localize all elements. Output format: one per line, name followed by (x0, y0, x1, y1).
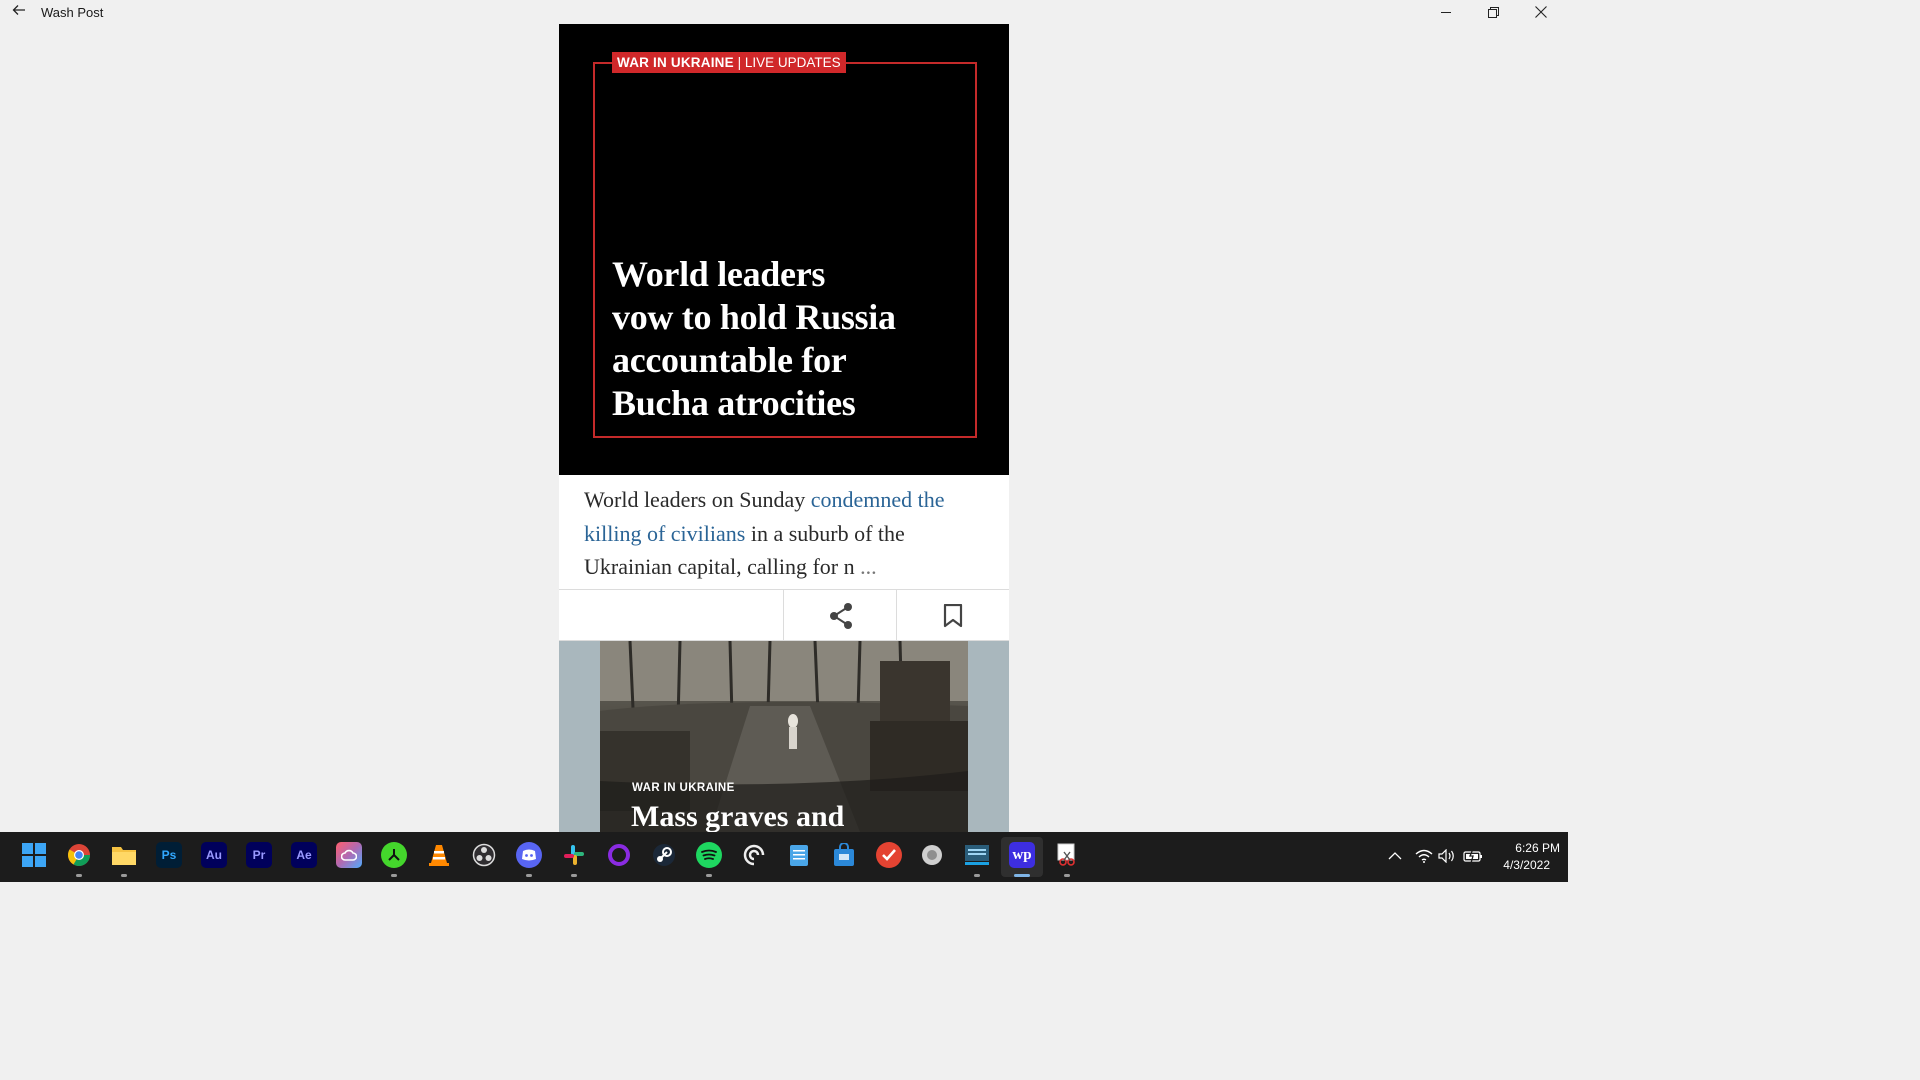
chevron-up-icon (1388, 852, 1402, 860)
share-icon (830, 602, 852, 629)
kicker-section: WAR IN UKRAINE (617, 55, 734, 70)
edge-icon[interactable] (741, 842, 767, 868)
chrome-button[interactable] (66, 842, 92, 868)
razer-icon[interactable] (381, 842, 407, 868)
battery-charging-icon (1463, 849, 1482, 863)
creative-cloud-icon[interactable] (336, 842, 362, 868)
headline-line: Bucha atrocities (612, 383, 856, 423)
share-button[interactable] (785, 590, 897, 641)
arrow-left-icon (12, 5, 25, 15)
scissors-icon (1057, 843, 1075, 866)
clock-date[interactable]: 4/3/2022 (1490, 858, 1550, 872)
live-updates-label: WAR IN UKRAINE | LIVE UPDATES (612, 52, 846, 73)
story-photo: WAR IN UKRAINE Mass graves and (600, 641, 968, 832)
spotify-waves-icon (701, 849, 717, 860)
headline-line: World leaders (612, 254, 826, 294)
snipping-tool-icon[interactable] (1054, 842, 1080, 868)
network-button[interactable] (1414, 846, 1434, 866)
slack-icon[interactable] (561, 842, 587, 868)
cortana-icon[interactable] (606, 842, 632, 868)
steam-logo-icon (653, 844, 675, 866)
window-title: Wash Post (41, 5, 104, 20)
start-icon (22, 843, 46, 867)
volume-button[interactable] (1437, 846, 1457, 866)
sphere-icon (922, 845, 942, 865)
running-indicator (526, 874, 532, 877)
spotify-icon[interactable] (696, 842, 722, 868)
next-story-card[interactable]: WAR IN UKRAINE Mass graves and (559, 641, 1009, 832)
chrome-icon (68, 844, 90, 866)
after-effects-icon[interactable]: Ae (291, 842, 317, 868)
summary-text-start: World leaders on Sunday (584, 487, 811, 512)
monitor-app-icon (965, 845, 989, 865)
kicker-separator: | (737, 55, 742, 70)
back-button[interactable] (10, 3, 28, 21)
running-indicator (121, 874, 127, 877)
running-indicator (571, 874, 577, 877)
obs-icon[interactable] (471, 842, 497, 868)
divider (783, 590, 784, 641)
discord-logo-icon (522, 849, 536, 861)
running-indicator (706, 874, 712, 877)
ring-icon (608, 844, 630, 866)
title-bar: Wash Post (0, 0, 1568, 24)
speaker-icon (1438, 849, 1454, 863)
minimize-button[interactable] (1423, 0, 1469, 24)
file-explorer-icon (112, 847, 136, 865)
running-indicator (76, 874, 82, 877)
minimize-icon (1441, 12, 1451, 13)
vlc-cone-icon (429, 845, 449, 866)
clock-time[interactable]: 6:26 PM (1490, 841, 1560, 855)
start-button[interactable] (21, 842, 47, 868)
discord-icon[interactable] (516, 842, 542, 868)
photoshop-icon[interactable]: Ps (156, 842, 182, 868)
restore-button[interactable] (1470, 0, 1516, 24)
checkmark-icon (882, 849, 896, 861)
wifi-icon (1415, 849, 1433, 863)
vlc-icon[interactable] (426, 842, 452, 868)
lead-headline[interactable]: World leaders vow to hold Russia account… (612, 253, 952, 425)
taskbar: Ps Au Pr Ae wp 6:26 PM 4/3/2022 (0, 832, 1568, 882)
battery-button[interactable] (1462, 846, 1484, 866)
browser-swirl-icon (743, 844, 765, 866)
close-icon (1535, 6, 1547, 18)
headline-line: vow to hold Russia (612, 297, 896, 337)
headline-line: accountable for (612, 340, 847, 380)
next-story-headline[interactable]: Mass graves and (631, 799, 844, 832)
running-indicator (974, 874, 980, 877)
obs-studio-icon (472, 843, 496, 867)
summary-text: World leaders on Sunday condemned the ki… (584, 483, 964, 584)
premiere-icon[interactable]: Pr (246, 842, 272, 868)
notepad-icon[interactable] (786, 842, 812, 868)
file-explorer-button[interactable] (111, 842, 137, 868)
next-story-kicker: WAR IN UKRAINE (632, 782, 735, 794)
bag-icon (834, 843, 854, 866)
notepad-document-icon (790, 845, 808, 866)
kicker-label: LIVE UPDATES (744, 55, 841, 70)
razer-snake-icon (388, 849, 400, 861)
summary-ellipsis: ... (860, 554, 877, 579)
running-indicator (1064, 874, 1070, 877)
cloud-icon (341, 849, 357, 861)
store-icon[interactable] (831, 842, 857, 868)
story-summary: World leaders on Sunday condemned the ki… (559, 475, 1009, 589)
story-actions (559, 589, 1009, 641)
washington-post-icon[interactable]: wp (1009, 842, 1035, 868)
restore-icon (1487, 6, 1499, 18)
bookmark-icon (943, 603, 963, 627)
lead-story-card[interactable]: WAR IN UKRAINE | LIVE UPDATES World lead… (559, 24, 1009, 475)
app-icon[interactable] (964, 842, 990, 868)
show-hidden-icons-button[interactable] (1386, 846, 1404, 866)
audition-icon[interactable]: Au (201, 842, 227, 868)
close-button[interactable] (1518, 0, 1564, 24)
running-indicator (391, 874, 397, 877)
active-indicator (1014, 874, 1030, 877)
todoist-icon[interactable] (876, 842, 902, 868)
bookmark-button[interactable] (897, 590, 1009, 641)
steam-icon[interactable] (651, 842, 677, 868)
slack-logo-icon (564, 845, 584, 865)
settings-icon[interactable] (919, 842, 945, 868)
